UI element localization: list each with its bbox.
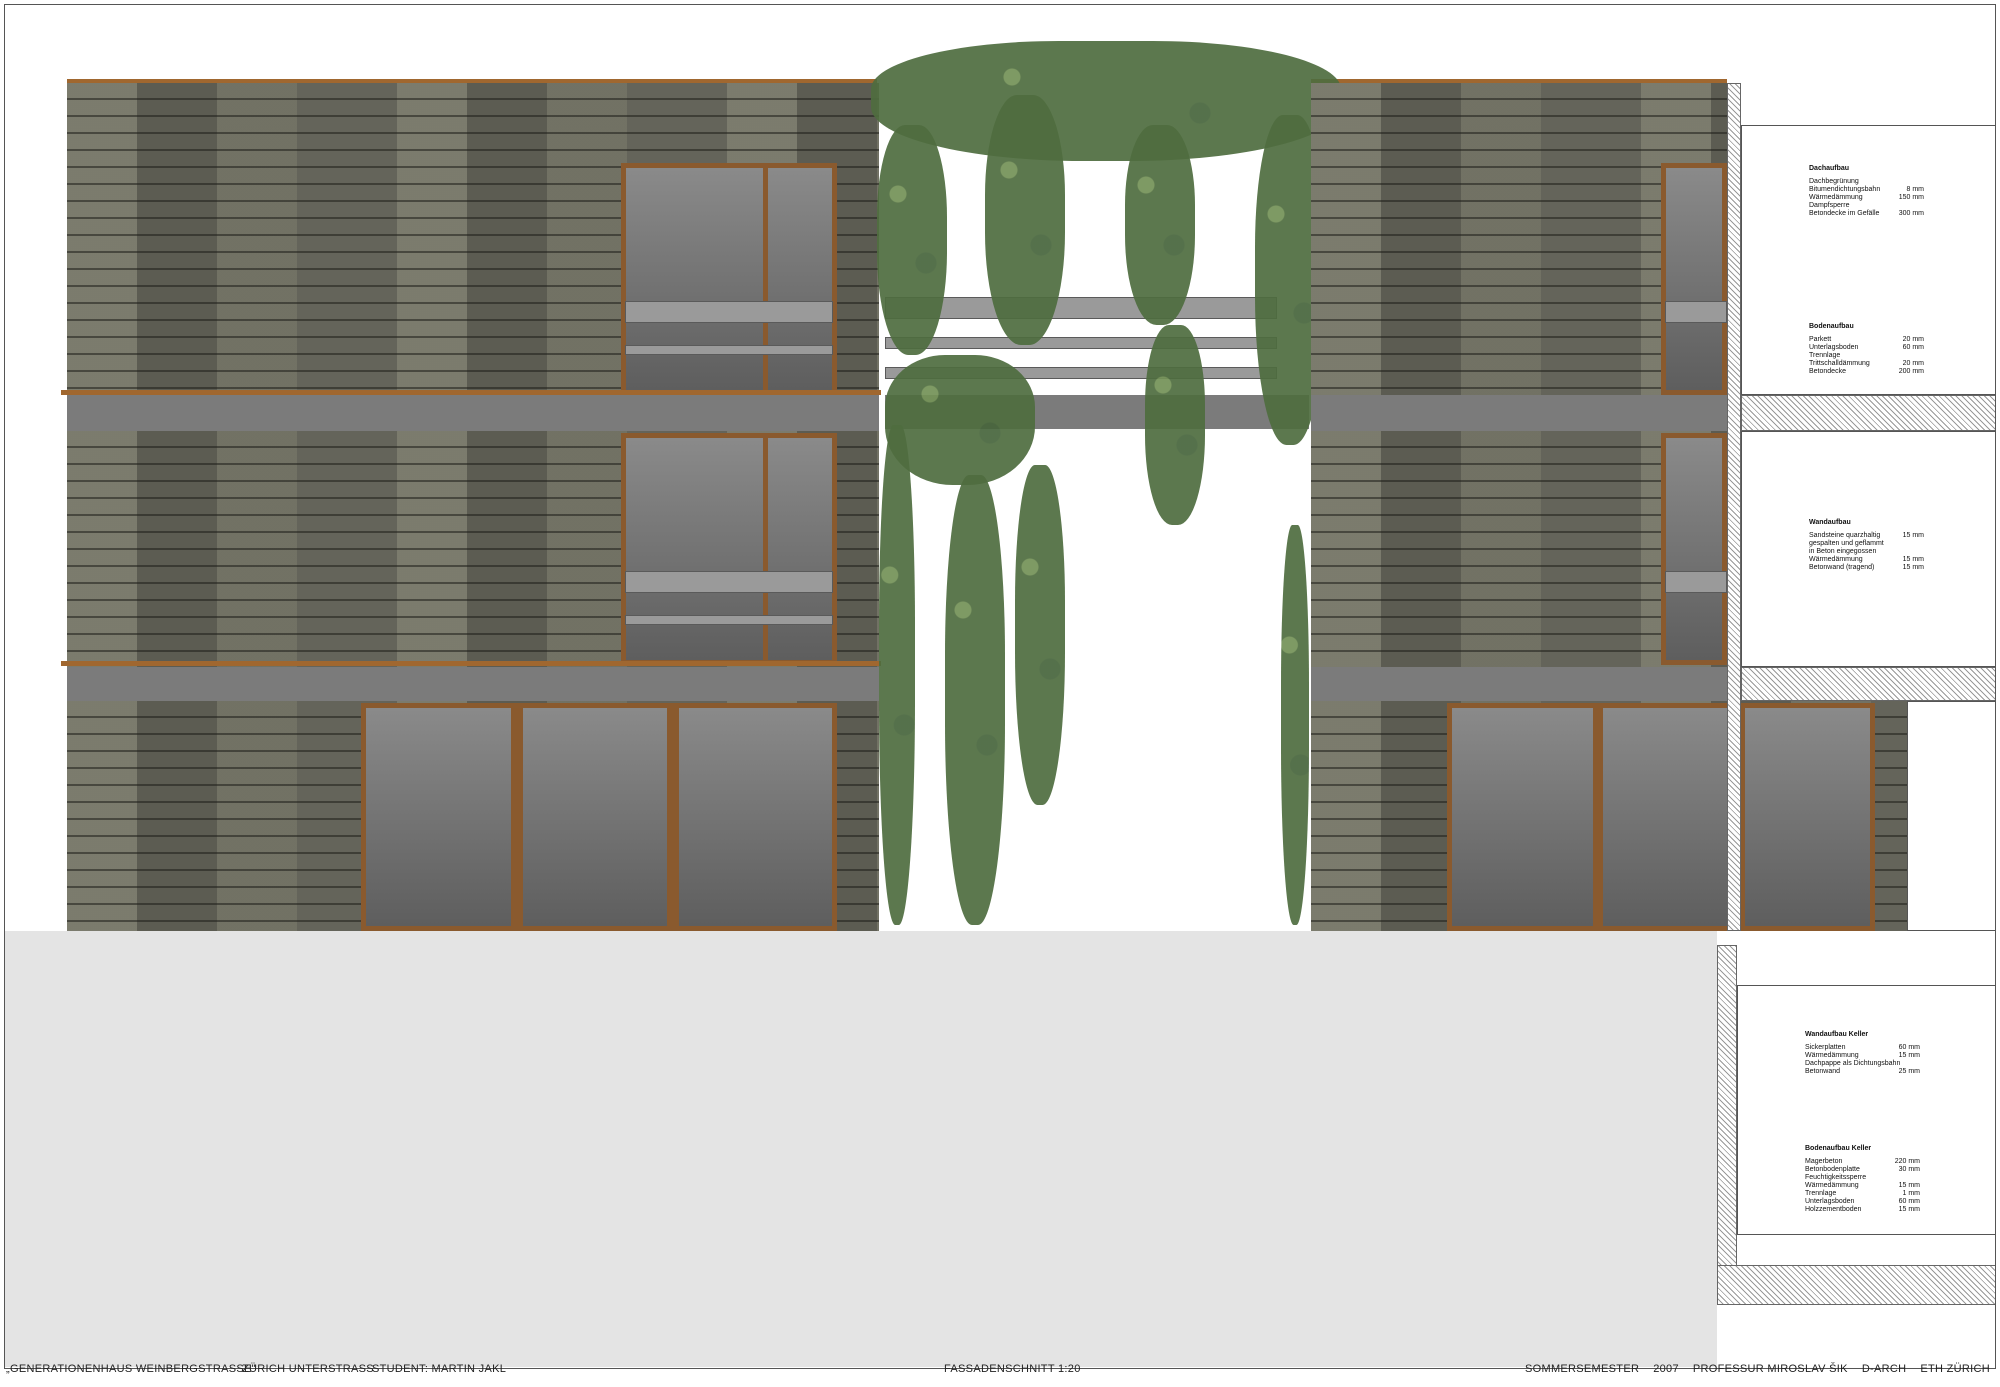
footer-school: ETH ZÜRICH xyxy=(1920,1363,1990,1375)
balcony-rail xyxy=(1665,571,1727,593)
footer-right-group: SOMMERSEMESTER 2007 PROFESSUR MIROSLAV Š… xyxy=(1525,1363,1990,1375)
slab-band-left-2 xyxy=(67,667,879,701)
footer-professor: PROFESSUR MIROSLAV ŠIK xyxy=(1692,1363,1848,1375)
drawing-sheet: Dachaufbau Dachbegrünung Bitumendichtung… xyxy=(4,4,1996,1369)
ivy-wall xyxy=(879,425,915,925)
slab-band-left-1 xyxy=(67,395,879,431)
section-wall xyxy=(1727,83,1741,931)
ivy-wall xyxy=(1281,525,1309,925)
ivy-hanging xyxy=(1125,125,1195,325)
ivy-hanging xyxy=(945,475,1005,925)
balcony-rail xyxy=(625,301,833,323)
footer-project: „GENERATIONENHAUS WEINBERGSTRASSE" xyxy=(6,1363,256,1375)
window-mullion xyxy=(511,703,523,931)
window-right-ground xyxy=(1447,703,1875,931)
ivy-hanging xyxy=(1145,325,1205,525)
window-left-middle xyxy=(621,433,837,665)
section-foundation xyxy=(1717,1265,1995,1305)
note-bodenaufbau: Bodenaufbau Parkett 20 mm Unterlagsboden 6… xyxy=(1809,323,1924,375)
window-mullion xyxy=(763,163,768,395)
ivy-hanging xyxy=(877,125,947,355)
section-slab xyxy=(1741,667,1995,701)
note-wandaufbau-keller: Wandaufbau Keller Sickerplatten 60 mm Wär… xyxy=(1805,1031,1920,1075)
window-sill xyxy=(61,661,881,666)
window-mullion xyxy=(1593,703,1603,931)
balcony-rail xyxy=(625,571,833,593)
center-balcony-rail xyxy=(885,297,1277,319)
footer-drawing-title: FASSADENSCHNITT 1:20 xyxy=(944,1363,1081,1375)
section-ground-floor xyxy=(1907,701,1995,931)
ivy-hanging xyxy=(985,95,1065,345)
window-left-upper xyxy=(621,163,837,395)
note-dachaufbau: Dachaufbau Dachbegrünung Bitumendichtung… xyxy=(1809,165,1924,217)
footer-semester: SOMMERSEMESTER xyxy=(1524,1363,1640,1375)
footer-student: STUDENT: MARTIN JAKL xyxy=(372,1363,507,1375)
slab-band-right-2 xyxy=(1311,667,1727,701)
window-sill xyxy=(61,390,881,395)
slab-band-right-1 xyxy=(1311,395,1727,431)
section-slab xyxy=(1741,395,1995,431)
window-right-upper xyxy=(1661,163,1727,395)
window-mullion xyxy=(667,703,679,931)
window-mullion xyxy=(763,433,768,665)
balcony-rail xyxy=(1665,301,1727,323)
ground-area xyxy=(5,931,1717,1367)
footer-location: ZÜRICH UNTERSTRASS xyxy=(242,1363,374,1375)
center-balcony-rail xyxy=(885,337,1277,349)
balcony-rail xyxy=(625,615,833,625)
section-basement-wall xyxy=(1717,945,1737,1285)
footer-department: D-ARCH xyxy=(1861,1363,1907,1375)
note-bodenaufbau-keller: Bodenaufbau Keller Magerbeton 220 mm Beto… xyxy=(1805,1145,1920,1213)
window-left-ground xyxy=(361,703,837,931)
footer-year: 2007 xyxy=(1653,1363,1679,1375)
window-right-middle xyxy=(1661,433,1727,665)
balcony-rail xyxy=(625,345,833,355)
note-wandaufbau: Wandaufbau Sandsteine quarzhaltig 15 mm g… xyxy=(1809,519,1924,571)
ivy-hanging xyxy=(1015,465,1065,805)
